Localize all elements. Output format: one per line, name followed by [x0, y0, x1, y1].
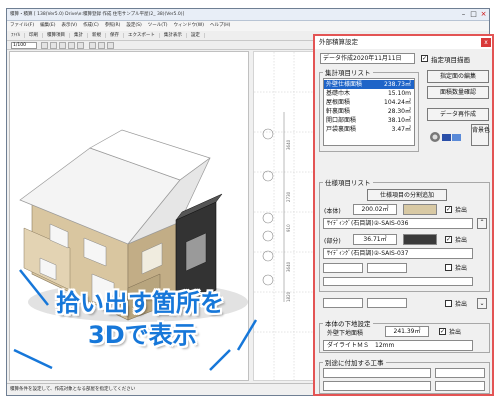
menu-item[interactable]: ファイル(F): [7, 23, 37, 28]
extra-work-field[interactable]: [323, 381, 431, 391]
regenerate-data-button[interactable]: データ再作成: [427, 108, 489, 121]
list-item[interactable]: 屋根面積 104.24㎡: [324, 98, 414, 107]
edit-surface-button[interactable]: 指定面の編集: [427, 70, 489, 83]
dialog-title: 外部積算設定: [315, 36, 492, 49]
empty-pickup-label: 拾出: [455, 265, 468, 272]
toolbar-button[interactable]: 積算項目: [43, 33, 70, 38]
draw-selected-label: 指定項目描画: [431, 56, 470, 64]
toolbar-button[interactable]: 集計: [70, 33, 88, 38]
title-bar: 積算・積算 [ 138(Ver5.0) Drive\e:積算登録 作成 住宅サン…: [7, 9, 489, 21]
part-label: (部分): [324, 238, 341, 245]
main-spec-field[interactable]: ｻｲﾃﾞｨﾝｸﾞ(石目調)②-SAIS-036: [323, 218, 473, 229]
pan-icon[interactable]: [59, 42, 66, 49]
toolbar-button[interactable]: 設定: [186, 33, 205, 38]
base-pickup-checkbox[interactable]: ✓: [439, 328, 446, 335]
main-area-field[interactable]: 200.02㎡: [353, 204, 397, 215]
part-pickup-label: 拾出: [455, 237, 468, 244]
up-arrow-icon[interactable]: ⌃: [477, 218, 487, 229]
plan-dimension: 910: [286, 224, 291, 232]
main-pickup-label: 拾出: [455, 207, 468, 214]
main-pickup-checkbox[interactable]: ✓: [445, 206, 452, 213]
exterior-estimate-dialog: 外部積算設定 x データ作成2020年11月11日 ✓ 指定項目描画 集計項目リ…: [313, 34, 494, 396]
list-item[interactable]: 基礎巾木 15.10m: [324, 89, 414, 98]
spec-group-label: 仕様項目リスト: [323, 177, 373, 187]
toolbar-button[interactable]: ﾌｧｲﾙ: [7, 33, 25, 38]
background-color-button[interactable]: 背景色: [471, 124, 490, 146]
zoom-in-icon[interactable]: [41, 42, 48, 49]
list-item[interactable]: 外壁仕様面積 238.73㎡: [324, 80, 414, 89]
extra-work-group-label: 別途に付加する工事: [323, 357, 386, 367]
dialog-close-button[interactable]: x: [481, 38, 491, 47]
close-icon[interactable]: ×: [479, 10, 488, 19]
empty-area-field[interactable]: [323, 263, 363, 273]
empty-spec-field[interactable]: [323, 277, 473, 286]
toolbar-button[interactable]: 保存: [106, 33, 124, 38]
summary-list[interactable]: 外壁仕様面積 238.73㎡ 基礎巾木 15.10m 屋根面積 104.24㎡ 軒裏面…: [323, 78, 415, 146]
refresh-icon[interactable]: [77, 42, 84, 49]
plan-dimension: 3640: [286, 139, 291, 150]
toolbar-button[interactable]: 集計表示: [159, 33, 187, 38]
plan-dimension: 2730: [286, 191, 291, 202]
empty-area-field[interactable]: [367, 263, 407, 273]
menu-item[interactable]: 作成(C): [80, 23, 102, 28]
menu-item[interactable]: ヘルプ(H): [207, 23, 233, 28]
main-label: (本体): [324, 208, 341, 215]
empty-area-field[interactable]: [367, 298, 407, 308]
toolbar-button[interactable]: 新規: [88, 33, 106, 38]
menu-item[interactable]: 表示(V): [58, 23, 80, 28]
menu-item[interactable]: ツール(T): [145, 23, 171, 28]
empty-pickup-checkbox[interactable]: [445, 264, 452, 271]
part-pickup-checkbox[interactable]: ✓: [445, 236, 452, 243]
menu-item[interactable]: 設定(S): [123, 23, 144, 28]
base-name-label: 外壁下地面積: [327, 330, 364, 337]
base-pickup-label: 拾出: [449, 329, 462, 336]
toolbar-button[interactable]: 印刷: [25, 33, 43, 38]
scale-select[interactable]: 1/100: [11, 42, 37, 49]
minimize-icon[interactable]: –: [459, 10, 468, 19]
menu-bar: ファイル(F) 編集(E) 表示(V) 作成(C) 参照(R) 設定(S) ツール(T) ウィ…: [7, 21, 489, 31]
down-arrow-icon[interactable]: ⌄: [477, 298, 487, 309]
list-item[interactable]: 軒裏面積 28.30㎡: [324, 107, 414, 116]
list-item[interactable]: 開口部面積 38.10㎡: [324, 116, 414, 125]
empty-pickup-label: 拾出: [455, 301, 468, 308]
menu-item[interactable]: ウィンドウ(W): [171, 23, 207, 28]
extra-work-field[interactable]: [323, 368, 431, 378]
view-front-icon[interactable]: [89, 42, 96, 49]
background-color-icon: [429, 128, 463, 142]
part-spec-field[interactable]: ｻｲﾃﾞｨﾝｸﾞ(石目調)②-SAIS-037: [323, 248, 473, 259]
confirm-area-button[interactable]: 面積数量確認: [427, 86, 489, 99]
summary-group-label: 集計項目リスト: [323, 67, 373, 77]
part-area-field[interactable]: 36.71㎡: [353, 234, 397, 245]
split-add-button[interactable]: 仕様項目の分割追加: [367, 189, 447, 201]
base-material-field[interactable]: ダイライトＭＳ 12mm: [323, 340, 473, 351]
list-item[interactable]: 戸袋裏面積 3.47㎡: [324, 125, 414, 134]
part-color-swatch[interactable]: [403, 234, 437, 245]
empty-area-field[interactable]: [323, 298, 363, 308]
created-date-field: データ作成2020年11月11日: [320, 53, 415, 64]
base-area-field[interactable]: 241.39㎡: [385, 326, 429, 337]
zoom-out-icon[interactable]: [50, 42, 57, 49]
draw-selected-checkbox[interactable]: ✓: [421, 55, 428, 62]
empty-pickup-checkbox[interactable]: [445, 300, 452, 307]
base-group-label: 本体の下地設定: [323, 318, 373, 328]
menu-item[interactable]: 参照(R): [102, 23, 124, 28]
callout-line1: 拾い出す箇所を: [56, 289, 224, 317]
menu-item[interactable]: 編集(E): [37, 23, 58, 28]
rotate-icon[interactable]: [68, 42, 75, 49]
view-side-icon[interactable]: [98, 42, 105, 49]
main-color-swatch[interactable]: [403, 204, 437, 215]
extra-work-field[interactable]: [435, 368, 485, 378]
maximize-icon[interactable]: □: [469, 10, 478, 19]
window-title: 積算・積算 [ 138(Ver5.0) Drive\e:積算登録 作成 住宅サン…: [10, 12, 185, 17]
view-top-icon[interactable]: [107, 42, 114, 49]
extra-work-field[interactable]: [435, 381, 485, 391]
toolbar-button[interactable]: エクスポート: [124, 33, 160, 38]
callout-line2: 3Dで表示: [88, 321, 197, 349]
